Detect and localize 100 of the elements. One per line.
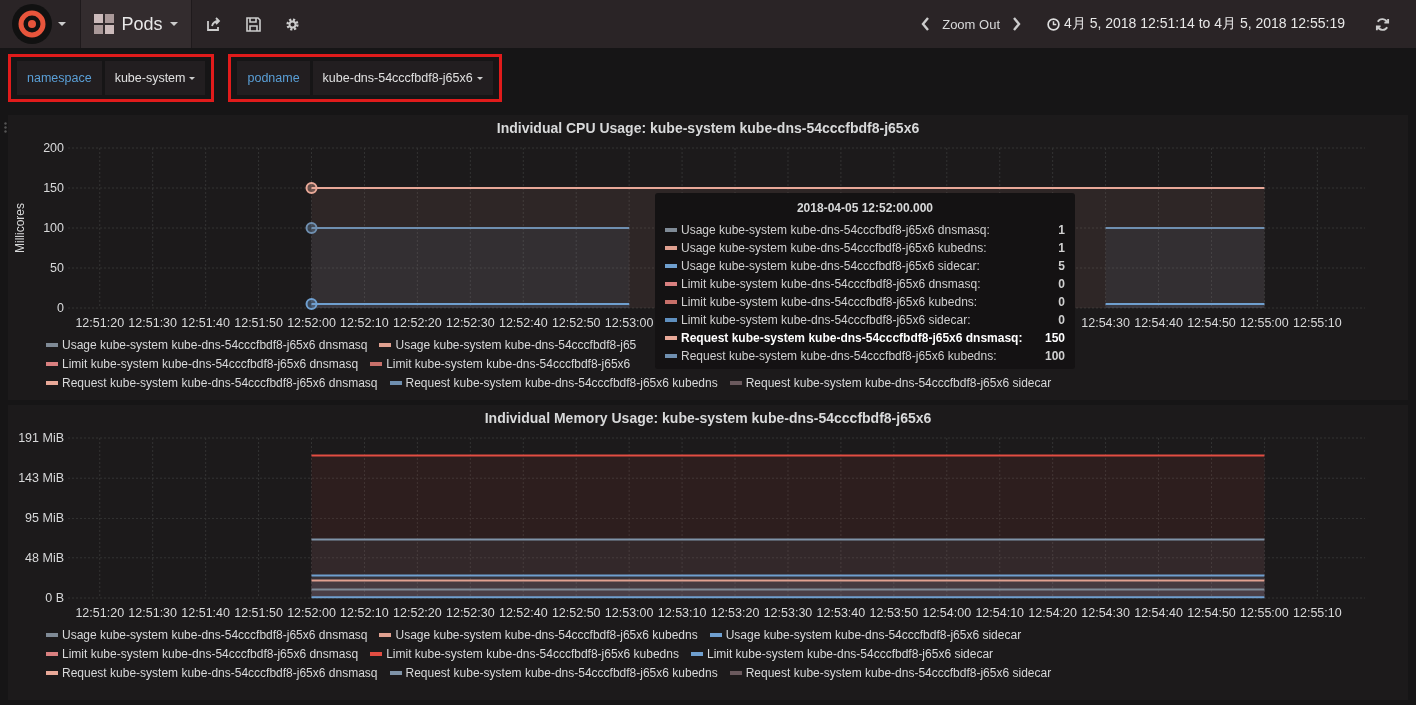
- x-tick-label: 12:52:20: [393, 316, 442, 330]
- x-tick-label: 12:52:40: [498, 606, 548, 620]
- x-tick-label: 12:54:30: [1081, 606, 1130, 620]
- y-tick-label: 0 B: [45, 591, 64, 605]
- x-tick-label: 12:53:30: [763, 606, 813, 620]
- x-tick-label: 12:52:30: [446, 316, 495, 330]
- zoom-out-button[interactable]: Zoom Out: [930, 16, 1012, 32]
- settings-icon[interactable]: [285, 16, 300, 32]
- grid-icon: [94, 14, 115, 34]
- x-tick-label: 12:52:50: [551, 316, 601, 330]
- legend-label[interactable]: Request kube-system kube-dns-54cccfbdf8-j65x6 dnsmasq: [62, 375, 378, 390]
- legend-label[interactable]: Request kube-system kube-dns-54cccfbdf8-j65x6 sidecar: [745, 375, 1052, 390]
- x-tick-label: 12:54:50: [1187, 606, 1236, 620]
- y-tick-label: 150: [43, 181, 64, 195]
- legend-label[interactable]: Usage kube-system kube-dns-54cccfbdf8-j65x6 dnsmasq: [62, 337, 368, 352]
- tooltip-value: 150: [1044, 331, 1065, 345]
- panel-title: Individual CPU Usage: kube-system kube-dns-54cccfbdf8-j65x6: [495, 120, 921, 138]
- x-tick-label: 12:54:20: [1028, 606, 1077, 620]
- x-tick-label: 12:55:10: [1293, 606, 1342, 620]
- save-icon[interactable]: [246, 16, 261, 32]
- x-tick-label: 12:54:40: [1134, 606, 1183, 620]
- x-tick-label: 12:51:50: [234, 316, 283, 330]
- y-tick-label: 143 MiB: [18, 471, 64, 486]
- tooltip-value: 0: [1058, 313, 1065, 327]
- x-tick-label: 12:54:10: [975, 606, 1025, 620]
- tooltip-series-label: Limit kube-system kube-dns-54cccfbdf8-j65x6 dnsmasq:: [681, 277, 982, 291]
- x-tick-label: 12:53:00: [604, 316, 654, 330]
- caret-icon: [476, 76, 483, 80]
- legend-label[interactable]: Limit kube-system kube-dns-54cccfbdf8-j65x6 sidecar: [706, 646, 994, 661]
- x-tick-label: 12:51:40: [181, 606, 230, 620]
- legend-label[interactable]: Request kube-system kube-dns-54cccfbdf8-j65x6 sidecar: [745, 665, 1052, 680]
- x-tick-label: 12:52:20: [393, 606, 442, 620]
- drag-handle-icon[interactable]: [4, 122, 7, 133]
- x-tick-label: 12:53:10: [657, 606, 707, 620]
- legend-label[interactable]: Usage kube-system kube-dns-54cccfbdf8-j65x6 kubedns: [395, 627, 698, 642]
- time-range-button[interactable]: 4月 5, 2018 12:51:14 to 4月 5, 2018 12:55:19: [1041, 14, 1351, 34]
- clock-icon: [1047, 17, 1060, 31]
- x-tick-label: 12:51:40: [181, 316, 230, 330]
- x-tick-label: 12:52:00: [287, 316, 336, 330]
- x-tick-label: 12:52:30: [446, 606, 495, 620]
- tooltip-series-label: Usage kube-system kube-dns-54cccfbdf8-j65x6 sidecar:: [681, 259, 981, 273]
- y-tick-label: 200: [43, 141, 64, 155]
- legend-label[interactable]: Usage kube-system kube-dns-54cccfbdf8-j65x6 sidecar: [725, 627, 1022, 642]
- panel-title: Individual Memory Usage: kube-system kube-dns-54cccfbdf8-j65x6: [483, 410, 933, 428]
- x-tick-label: 12:55:00: [1240, 606, 1289, 620]
- tooltip-series-label: Request kube-system kube-dns-54cccfbdf8-j65x6 kubedns:: [681, 349, 998, 363]
- share-icon[interactable]: [206, 16, 222, 32]
- x-tick-label: 12:51:20: [75, 316, 125, 330]
- tooltip-value: 5: [1058, 259, 1065, 273]
- x-tick-label: 12:51:20: [75, 606, 125, 620]
- tooltip-series-label: Limit kube-system kube-dns-54cccfbdf8-j65x6 sidecar:: [681, 313, 972, 327]
- tooltip-value: 0: [1058, 295, 1065, 309]
- x-tick-label: 12:51:30: [128, 316, 178, 330]
- chevron-right-icon[interactable]: [1012, 17, 1021, 31]
- x-tick-label: 12:54:00: [922, 606, 972, 620]
- y-tick-label: 0: [57, 301, 64, 315]
- variable-label: podname: [237, 61, 310, 95]
- legend-label[interactable]: Request kube-system kube-dns-54cccfbdf8-j65x6 kubedns: [405, 375, 718, 390]
- tooltip-series-label: Limit kube-system kube-dns-54cccfbdf8-j65x6 kubedns:: [681, 295, 979, 309]
- dashboard-title-button[interactable]: Pods: [80, 0, 192, 48]
- x-tick-label: 12:52:40: [498, 316, 548, 330]
- logo-icon[interactable]: [12, 4, 52, 44]
- x-tick-label: 12:55:10: [1293, 316, 1342, 330]
- tooltip-series-label: Request kube-system kube-dns-54cccfbdf8-j65x6 dnsmasq:: [681, 331, 1024, 345]
- caret-icon[interactable]: [58, 22, 66, 26]
- variable-dropdown[interactable]: kube-system: [104, 61, 206, 95]
- tooltip-series-label: Usage kube-system kube-dns-54cccfbdf8-j65x6 dnsmasq:: [681, 223, 991, 237]
- tooltip-value: 1: [1058, 241, 1065, 255]
- x-tick-label: 12:53:20: [710, 606, 760, 620]
- x-tick-label: 12:53:40: [816, 606, 866, 620]
- legend-label[interactable]: Usage kube-system kube-dns-54cccfbdf8-j65: [395, 337, 637, 352]
- x-tick-label: 12:52:00: [287, 606, 336, 620]
- y-tick-label: 100: [43, 221, 64, 235]
- caret-icon: [169, 22, 178, 26]
- y-tick-label: 48 MiB: [25, 550, 64, 565]
- variable-label: namespace: [17, 61, 102, 95]
- x-tick-label: 12:51:30: [128, 606, 178, 620]
- tooltip-value: 0: [1058, 277, 1065, 291]
- legend-label[interactable]: Request kube-system kube-dns-54cccfbdf8-j65x6 kubedns: [405, 665, 718, 680]
- x-tick-label: 12:54:50: [1187, 316, 1236, 330]
- chevron-left-icon[interactable]: [921, 17, 931, 31]
- variable-dropdown[interactable]: kube-dns-54cccfbdf8-j65x6: [312, 61, 493, 95]
- legend-label[interactable]: Request kube-system kube-dns-54cccfbdf8-j65x6 dnsmasq: [62, 665, 378, 680]
- legend-label[interactable]: Usage kube-system kube-dns-54cccfbdf8-j65x6 dnsmasq: [62, 627, 368, 642]
- legend-label[interactable]: Limit kube-system kube-dns-54cccfbdf8-j65x6 kubedns: [386, 646, 679, 661]
- y-tick-label: 191 MiB: [18, 431, 64, 445]
- legend-label[interactable]: Limit kube-system kube-dns-54cccfbdf8-j65x6: [386, 356, 631, 371]
- x-tick-label: 12:51:50: [234, 606, 283, 620]
- legend-label[interactable]: Limit kube-system kube-dns-54cccfbdf8-j65x6 dnsmasq: [62, 356, 359, 371]
- x-tick-label: 12:52:50: [551, 606, 601, 620]
- refresh-icon[interactable]: [1375, 16, 1390, 32]
- caret-icon: [189, 76, 196, 80]
- x-tick-label: 12:55:00: [1240, 316, 1289, 330]
- tooltip-value: 100: [1044, 349, 1065, 363]
- legend-label[interactable]: Limit kube-system kube-dns-54cccfbdf8-j65x6 dnsmasq: [62, 646, 359, 661]
- tooltip-series-label: Usage kube-system kube-dns-54cccfbdf8-j65x6 kubedns:: [681, 241, 988, 255]
- tooltip-title: 2018-04-05 12:52:00.000: [795, 201, 935, 215]
- x-tick-label: 12:53:00: [604, 606, 654, 620]
- y-tick-label: 50: [50, 261, 64, 275]
- x-tick-label: 12:54:40: [1134, 316, 1183, 330]
